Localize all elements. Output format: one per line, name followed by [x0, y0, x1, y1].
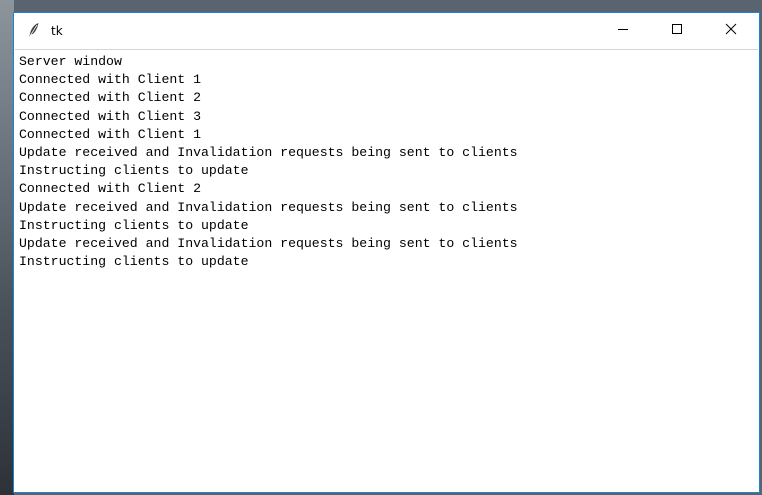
log-line: Instructing clients to update [19, 163, 249, 179]
maximize-button[interactable] [654, 13, 700, 48]
log-line: Connected with Client 3 [19, 108, 202, 124]
log-line: Connected with Client 2 [19, 90, 202, 106]
tk-window: tk Server window Connected with Client 1… [13, 12, 760, 493]
log-line: Update received and Invalidation request… [19, 144, 518, 160]
log-line: Instructing clients to update [19, 254, 249, 270]
minimize-button[interactable] [600, 13, 646, 48]
log-line: Connected with Client 1 [19, 72, 202, 88]
title-bar[interactable]: tk [14, 13, 759, 49]
log-line: Server window [19, 54, 122, 69]
log-line: Connected with Client 1 [19, 126, 202, 142]
log-line: Update received and Invalidation request… [19, 199, 518, 215]
log-text-area[interactable]: Server window Connected with Client 1 Co… [15, 49, 758, 491]
window-title: tk [51, 24, 63, 38]
log-line: Update received and Invalidation request… [19, 235, 518, 251]
close-button[interactable] [708, 13, 754, 48]
feather-icon [27, 22, 41, 38]
minimize-icon [617, 22, 629, 40]
desktop-background [0, 0, 14, 495]
maximize-icon [671, 22, 683, 40]
close-icon [725, 22, 737, 40]
log-line: Instructing clients to update [19, 217, 249, 233]
log-line: Connected with Client 2 [19, 181, 202, 197]
